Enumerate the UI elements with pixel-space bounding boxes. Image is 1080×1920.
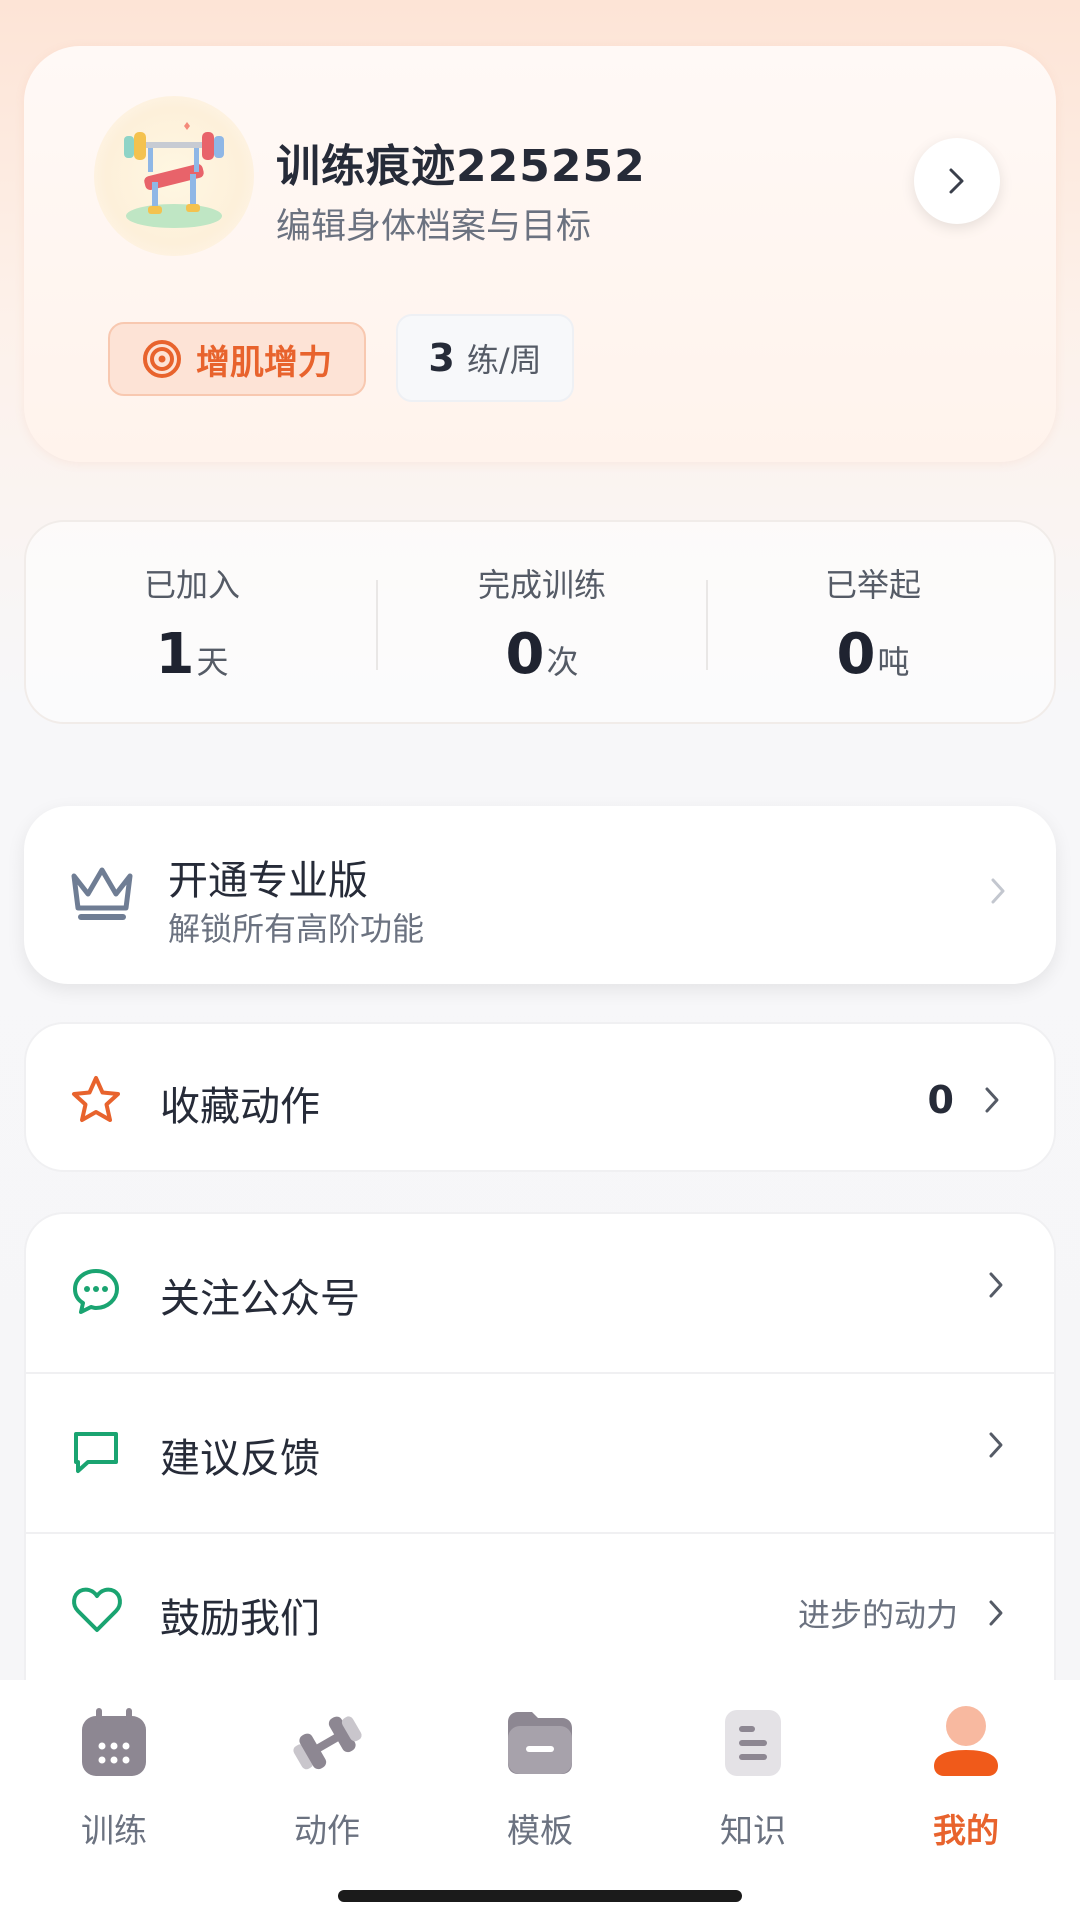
menu-item-label: 鼓励我们 — [160, 1596, 320, 1642]
stat-value: 1 — [155, 622, 195, 687]
profile-card[interactable]: 训练痕迹225252 编辑身体档案与目标 增肌增力 3 练/周 — [24, 46, 1056, 462]
goal-tag[interactable]: 增肌增力 — [108, 322, 366, 396]
home-indicator — [338, 1890, 742, 1902]
chevron-right-icon — [989, 1600, 1003, 1626]
goal-tag-label: 增肌增力 — [196, 342, 332, 383]
menu-group: 关注公众号 建议反馈 鼓励我们 进步的动力 — [24, 1212, 1056, 1692]
chevron-right-icon — [949, 168, 964, 194]
frequency-unit: 练/周 — [466, 341, 542, 379]
tab-label: 知识 — [720, 1811, 786, 1850]
chevron-right-icon — [989, 1272, 1003, 1298]
tab-label: 动作 — [294, 1811, 360, 1850]
folder-icon — [508, 1712, 572, 1774]
menu-item-hint: 进步的动力 — [797, 1596, 958, 1634]
stat-joined-days: 已加入 1天 — [27, 522, 357, 726]
tab-label: 训练 — [81, 1811, 147, 1850]
tab-me[interactable]: 我的 — [858, 1702, 1074, 1852]
tab-label: 我的 — [933, 1811, 999, 1850]
chevron-right-icon — [989, 1432, 1003, 1458]
crown-icon — [71, 867, 133, 920]
favorites-label: 收藏动作 — [160, 1084, 320, 1130]
stat-unit: 吨 — [877, 643, 910, 681]
pro-title: 开通专业版 — [168, 858, 368, 904]
target-icon — [143, 340, 181, 378]
tab-label: 模板 — [507, 1811, 573, 1850]
stat-label: 已举起 — [824, 566, 921, 604]
menu-item-follow-account[interactable]: 关注公众号 — [26, 1214, 1054, 1372]
stat-completed-workouts: 完成训练 0次 — [377, 522, 707, 726]
pro-subtitle: 解锁所有高阶功能 — [168, 910, 425, 948]
avatar[interactable] — [94, 96, 254, 256]
star-icon — [72, 1076, 120, 1122]
menu-item-feedback[interactable]: 建议反馈 — [26, 1374, 1054, 1532]
username: 训练痕迹225252 — [276, 141, 646, 192]
stat-unit: 天 — [196, 643, 229, 681]
frequency-tag[interactable]: 3 练/周 — [396, 314, 574, 402]
profile-subtitle: 编辑身体档案与目标 — [276, 207, 592, 247]
heart-icon — [72, 1587, 122, 1632]
feedback-icon — [74, 1432, 118, 1473]
chat-bubble-icon — [73, 1269, 119, 1314]
tab-knowledge[interactable]: 知识 — [645, 1702, 861, 1852]
stat-unit: 次 — [546, 643, 579, 681]
dumbbell-icon — [293, 1716, 362, 1770]
profile-arrow-button[interactable] — [914, 138, 1000, 224]
favorites-count: 0 — [927, 1078, 954, 1122]
tab-exercises[interactable]: 动作 — [219, 1702, 435, 1852]
chevron-right-icon — [991, 878, 1005, 904]
stat-value: 0 — [836, 622, 876, 687]
menu-item-label: 关注公众号 — [160, 1276, 360, 1322]
document-icon — [725, 1710, 781, 1776]
tab-templates[interactable]: 模板 — [432, 1702, 648, 1852]
frequency-number: 3 — [428, 336, 455, 380]
bench-press-icon — [124, 122, 224, 228]
stats-card: 已加入 1天 完成训练 0次 已举起 0吨 — [24, 520, 1056, 724]
menu-item-label: 建议反馈 — [160, 1436, 320, 1482]
stat-label: 已加入 — [143, 566, 240, 604]
calendar-icon — [82, 1708, 146, 1776]
stat-value: 0 — [505, 622, 545, 687]
chevron-right-icon — [985, 1087, 999, 1113]
tab-training[interactable]: 训练 — [6, 1702, 222, 1852]
favorites-row[interactable]: 收藏动作 0 — [24, 1022, 1056, 1172]
stat-lifted-tons: 已举起 0吨 — [708, 522, 1038, 726]
menu-item-encourage[interactable]: 鼓励我们 进步的动力 — [26, 1534, 1054, 1692]
pro-upgrade-card[interactable]: 开通专业版 解锁所有高阶功能 — [24, 806, 1056, 984]
stat-label: 完成训练 — [477, 566, 606, 604]
person-icon — [934, 1706, 998, 1776]
bottom-tab-bar: 训练 动作 模板 知识 我的 — [0, 1680, 1080, 1920]
